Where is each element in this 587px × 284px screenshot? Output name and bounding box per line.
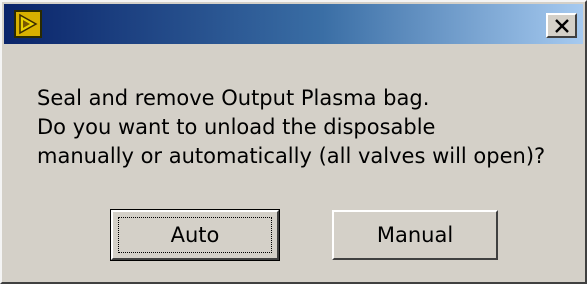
dialog-window: Seal and remove Output Plasma bag. Do yo…	[0, 0, 587, 284]
message-line-2: Do you want to unload the disposable	[37, 115, 436, 139]
auto-button-label: Auto	[170, 223, 220, 247]
message-line-1: Seal and remove Output Plasma bag.	[37, 86, 430, 110]
close-icon	[555, 19, 569, 33]
title-bar[interactable]	[4, 4, 583, 44]
auto-button[interactable]: Auto	[110, 209, 280, 261]
manual-button-label: Manual	[376, 223, 454, 247]
app-icon	[14, 10, 42, 38]
message-text: Seal and remove Output Plasma bag. Do yo…	[37, 84, 545, 171]
close-button[interactable]	[546, 13, 577, 38]
manual-button[interactable]: Manual	[332, 210, 498, 260]
message-line-3: manually or automatically (all valves wi…	[37, 144, 546, 168]
